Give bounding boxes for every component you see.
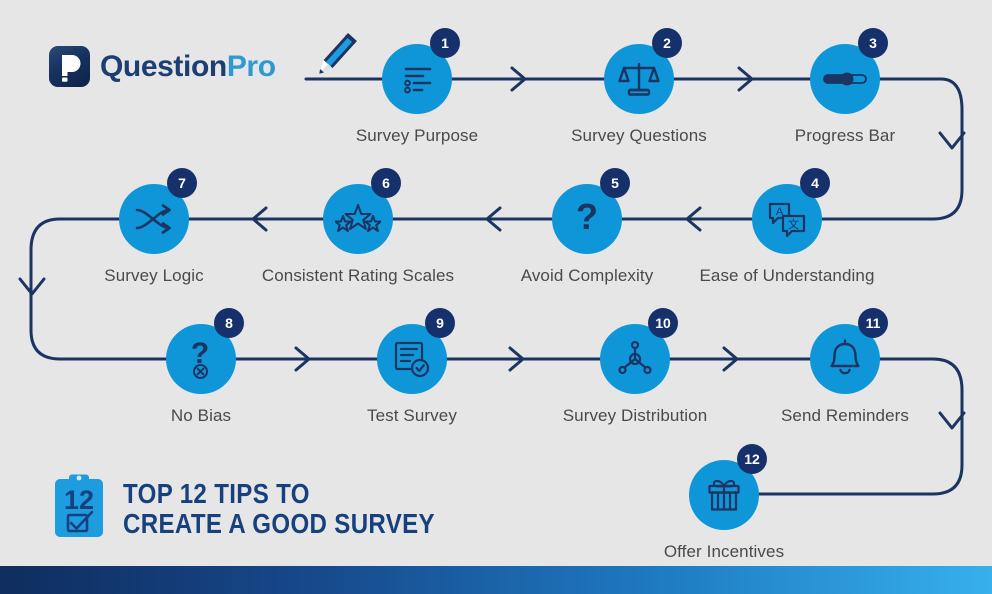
node-number-badge: 11 [858, 308, 888, 338]
questionpro-p-question-logo-icon [49, 46, 90, 87]
node-label: Survey Questions [571, 126, 707, 145]
flow-node-8[interactable]: ? 8 No Bias [101, 308, 301, 426]
flow-node-9[interactable]: 9 Test Survey [312, 308, 512, 426]
node-number-badge: 6 [371, 168, 401, 198]
node-label: Survey Purpose [355, 126, 479, 145]
footer-title-line1: Top 12 Tips to [123, 478, 310, 510]
footer-title: Top 12 Tips to Create a Good Survey [123, 479, 435, 537]
node-label: Consistent Rating Scales [261, 266, 455, 285]
flow-node-11[interactable]: 11 Send Reminders [745, 308, 945, 426]
node-circle-wrap: ? 8 [166, 308, 244, 394]
flow-node-3[interactable]: 3 Progress Bar [745, 28, 945, 146]
node-label: Send Reminders [780, 406, 910, 425]
node-circle-wrap: 7 [119, 168, 197, 254]
brand-name-part2: Pro [226, 49, 276, 83]
flow-node-7[interactable]: 7 Survey Logic [54, 168, 254, 286]
brand-logo: QuestionPro [49, 46, 276, 87]
flow-node-4[interactable]: A 文 4 Ease of Understanding [687, 168, 887, 286]
brand-name: QuestionPro [100, 49, 276, 83]
node-circle-wrap: 9 [377, 308, 455, 394]
node-number-badge: 5 [600, 168, 630, 198]
flow-node-10[interactable]: 10 Survey Distribution [535, 308, 735, 426]
node-circle-wrap: 6 [323, 168, 401, 254]
node-circle-wrap: 3 [810, 28, 888, 114]
flow-node-6[interactable]: 6 Consistent Rating Scales [258, 168, 458, 286]
infographic-canvas: QuestionPro 1 Survey Purpose 2 Survey Qu… [0, 0, 992, 594]
node-label: Survey Logic [104, 266, 204, 285]
node-circle-wrap: 2 [604, 28, 682, 114]
flow-node-1[interactable]: 1 Survey Purpose [317, 28, 517, 146]
brand-name-part1: Question [100, 49, 227, 83]
node-number-badge: 7 [167, 168, 197, 198]
node-label: Avoid Complexity [520, 266, 654, 285]
node-number-badge: 9 [425, 308, 455, 338]
flow-node-2[interactable]: 2 Survey Questions [539, 28, 739, 146]
footer-title-block: 12 Top 12 Tips to Create a Good Survey [52, 473, 486, 544]
node-number-badge: 12 [737, 444, 767, 474]
bottom-accent-bar [0, 566, 992, 594]
node-label: Offer Incentives [663, 542, 785, 561]
footer-title-line2: Create a Good Survey [123, 507, 435, 539]
node-circle-wrap: 11 [810, 308, 888, 394]
node-label: Ease of Understanding [699, 266, 875, 285]
flow-node-12[interactable]: 12 Offer Incentives [624, 444, 824, 562]
svg-text:文: 文 [788, 217, 799, 231]
node-number-badge: 2 [652, 28, 682, 58]
node-circle-wrap: 1 [382, 28, 460, 114]
clipboard-checkbox-icon: 12 [52, 473, 106, 544]
node-label: Survey Distribution [562, 406, 708, 425]
node-circle-wrap: ? 5 [552, 168, 630, 254]
node-number-badge: 10 [648, 308, 678, 338]
node-circle-wrap: 12 [689, 444, 767, 530]
node-label: Test Survey [367, 406, 457, 425]
node-circle-wrap: A 文 4 [752, 168, 830, 254]
node-number-badge: 8 [214, 308, 244, 338]
node-circle-wrap: 10 [600, 308, 678, 394]
svg-text:?: ? [576, 198, 598, 237]
svg-text:12: 12 [64, 485, 94, 515]
flow-node-5[interactable]: ? 5 Avoid Complexity [487, 168, 687, 286]
node-number-badge: 1 [430, 28, 460, 58]
node-number-badge: 3 [858, 28, 888, 58]
node-label: Progress Bar [794, 126, 896, 145]
node-number-badge: 4 [800, 168, 830, 198]
node-label: No Bias [170, 406, 232, 425]
